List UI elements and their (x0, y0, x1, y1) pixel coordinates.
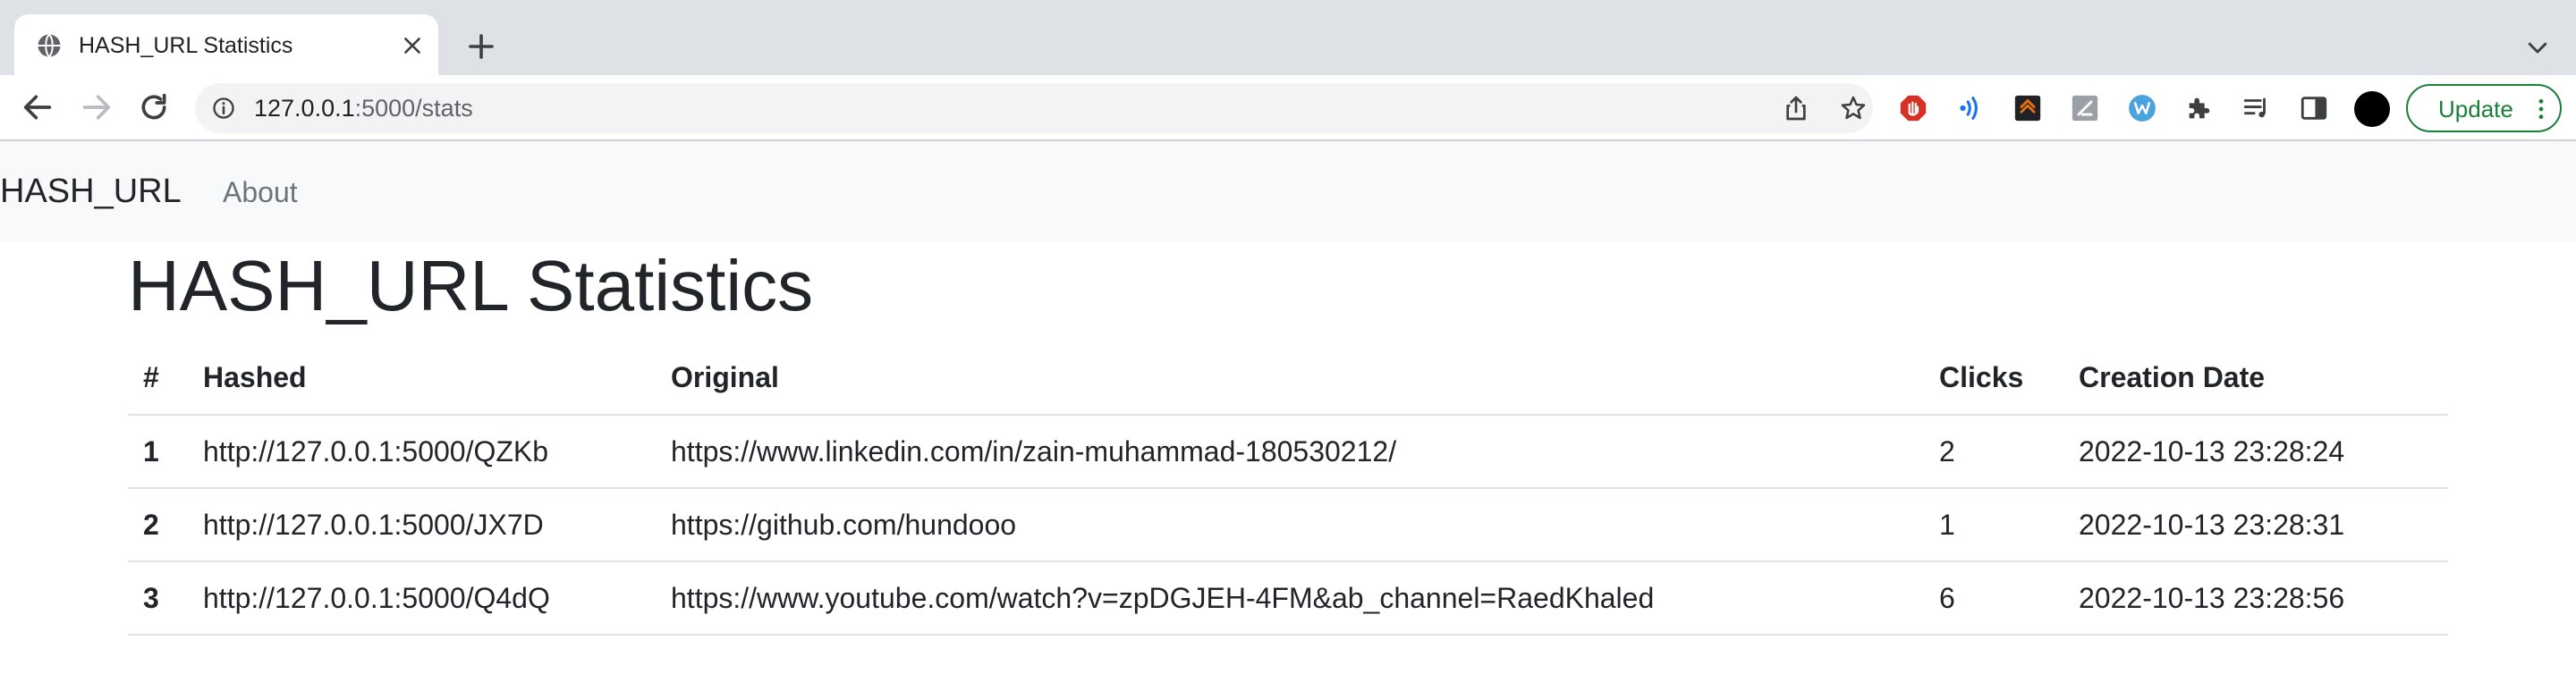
back-icon[interactable] (20, 89, 55, 125)
row-number: 1 (128, 415, 188, 489)
header-original: Original (656, 341, 1924, 416)
chevron-down-icon[interactable] (2524, 34, 2551, 61)
tab-strip: HASH_URL Statistics (0, 0, 2576, 75)
url-host: 127.0.0.1 (254, 95, 355, 122)
url-path: :5000/stats (354, 95, 473, 122)
hashed-url: http://127.0.0.1:5000/JX7D (188, 488, 656, 562)
chevron-app-icon[interactable] (2012, 93, 2043, 123)
page-title: HASH_URL Statistics (128, 246, 814, 325)
puzzle-icon[interactable] (2184, 93, 2215, 123)
url-text[interactable]: 127.0.0.1:5000/stats (254, 94, 473, 122)
close-tab-icon[interactable] (401, 34, 424, 57)
share-icon[interactable] (1782, 94, 1810, 122)
side-panel-icon[interactable] (2299, 93, 2329, 123)
navbar-brand[interactable]: HASH_URL (0, 171, 182, 212)
edit-page-icon[interactable] (2070, 93, 2100, 123)
update-label: Update (2438, 96, 2513, 122)
click-count: 1 (1924, 488, 2063, 562)
w-circle-icon[interactable] (2127, 93, 2157, 123)
sound-wave-icon[interactable] (1955, 93, 1986, 123)
row-number: 3 (128, 561, 188, 636)
original-url: https://www.youtube.com/watch?v=zpDGJEH-… (656, 561, 1924, 636)
creation-date: 2022-10-13 23:28:31 (2063, 488, 2448, 562)
table-row: 3 http://127.0.0.1:5000/Q4dQ https://www… (128, 561, 2448, 636)
table-row: 1 http://127.0.0.1:5000/QZKb https://www… (128, 415, 2448, 489)
forward-icon[interactable] (79, 89, 114, 125)
original-url: https://github.com/hundooo (656, 488, 1924, 562)
click-count: 2 (1924, 415, 2063, 489)
header-creation-date: Creation Date (2063, 341, 2448, 416)
header-number: # (128, 341, 188, 416)
creation-date: 2022-10-13 23:28:56 (2063, 561, 2448, 636)
creation-date: 2022-10-13 23:28:24 (2063, 415, 2448, 489)
tab-title: HASH_URL Statistics (79, 33, 293, 58)
globe-icon (38, 33, 61, 58)
nav-link-about[interactable]: About (223, 174, 298, 210)
address-bar[interactable]: 127.0.0.1:5000/stats (195, 83, 1873, 133)
browser-tab[interactable]: HASH_URL Statistics (14, 14, 438, 75)
stats-table: # Hashed Original Clicks Creation Date 1… (128, 341, 2448, 636)
row-number: 2 (128, 488, 188, 562)
hashed-url: http://127.0.0.1:5000/QZKb (188, 415, 656, 489)
update-button[interactable]: Update (2406, 84, 2562, 132)
playlist-icon[interactable] (2241, 93, 2272, 123)
more-menu-icon[interactable] (2537, 97, 2546, 121)
profile-avatar[interactable] (2354, 91, 2390, 127)
site-info-icon[interactable] (211, 96, 236, 121)
site-navbar: HASH_URL About (0, 141, 2576, 241)
browser-toolbar: 127.0.0.1:5000/stats Update (0, 75, 2576, 141)
hashed-url: http://127.0.0.1:5000/Q4dQ (188, 561, 656, 636)
stop-hand-icon[interactable] (1898, 93, 1928, 123)
reload-icon[interactable] (136, 89, 172, 125)
table-header-row: # Hashed Original Clicks Creation Date (128, 341, 2448, 416)
header-clicks: Clicks (1924, 341, 2063, 416)
original-url: https://www.linkedin.com/in/zain-muhamma… (656, 415, 1924, 489)
new-tab-icon[interactable] (465, 30, 497, 63)
table-row: 2 http://127.0.0.1:5000/JX7D https://git… (128, 488, 2448, 562)
header-hashed: Hashed (188, 341, 656, 416)
bookmark-star-icon[interactable] (1839, 94, 1868, 122)
click-count: 6 (1924, 561, 2063, 636)
